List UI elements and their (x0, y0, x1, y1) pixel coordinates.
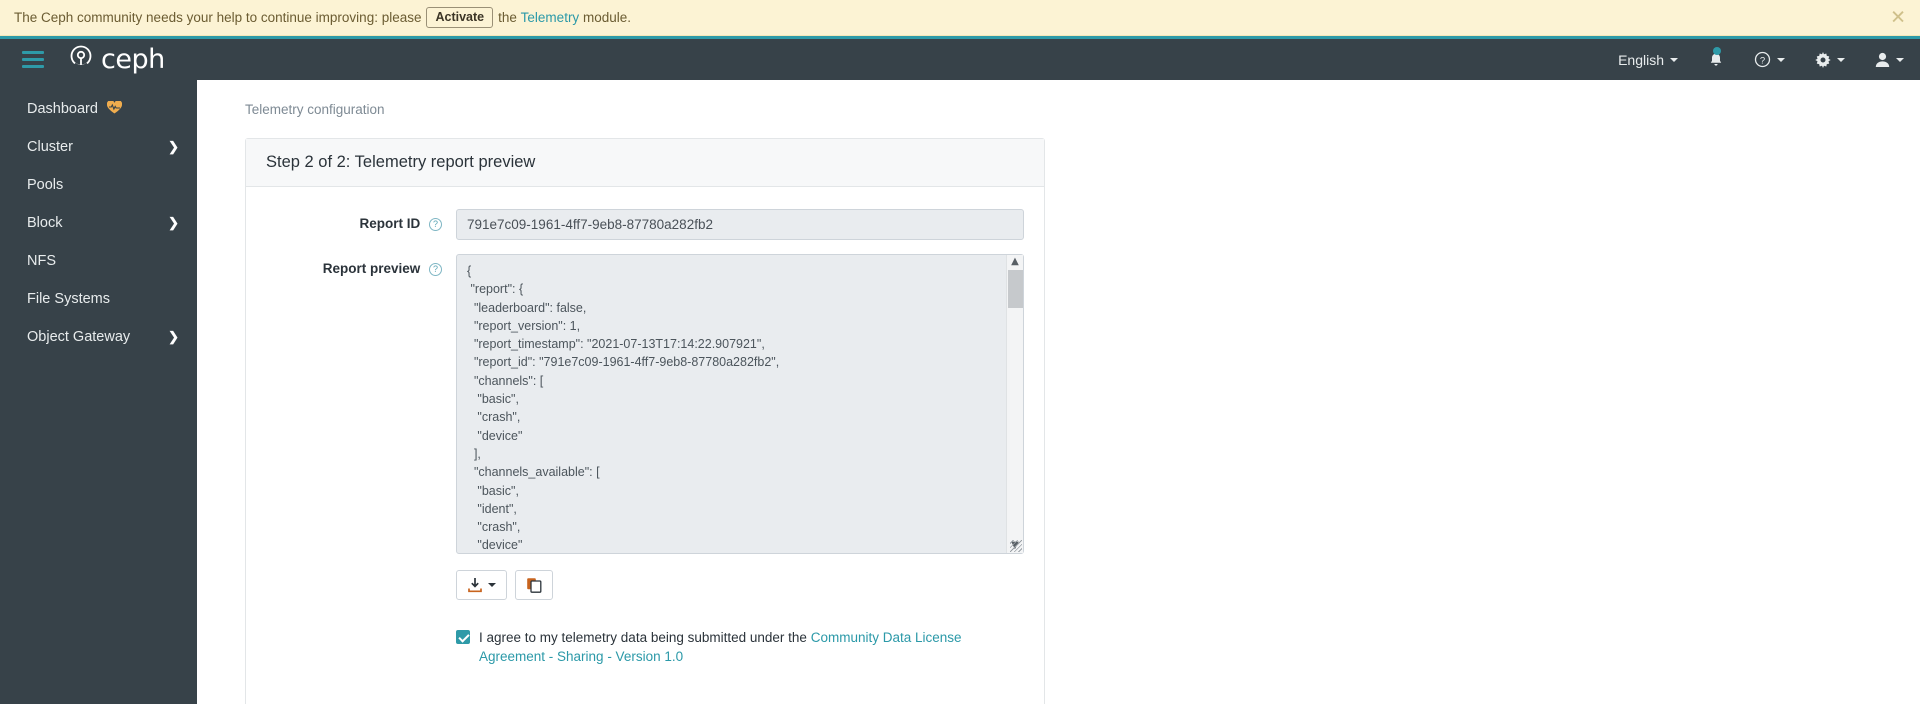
notification-badge (1713, 47, 1721, 55)
card-title: Step 2 of 2: Telemetry report preview (246, 139, 1044, 187)
sidebar-item-label: Pools (27, 177, 64, 193)
report-id-input[interactable] (456, 209, 1024, 240)
help-circle-icon[interactable]: ? (429, 218, 442, 231)
report-preview-label: Report preview ? (266, 254, 456, 684)
chevron-down-icon (1837, 57, 1845, 62)
help-circle-icon: ? (1754, 51, 1771, 68)
sidebar-item-pools[interactable]: Pools (0, 166, 197, 204)
sidebar-item-label: NFS (27, 253, 56, 269)
alert-text-middle: the (498, 10, 517, 25)
telemetry-link[interactable]: Telemetry (521, 10, 580, 25)
close-icon[interactable]: ✕ (1890, 8, 1906, 27)
report-preview-wrapper: { "report": { "leaderboard": false, "rep… (456, 254, 1024, 554)
agreement-row: I agree to my telemetry data being submi… (456, 628, 1016, 666)
brand-name: ceph (101, 44, 165, 75)
sidebar-item-nfs[interactable]: NFS (0, 242, 197, 280)
ceph-brand[interactable]: ceph (68, 44, 165, 75)
sidebar-item-label: Dashboard (27, 101, 98, 117)
language-label: English (1618, 51, 1664, 68)
copy-to-clipboard-button[interactable] (515, 570, 553, 600)
report-preview-row: Report preview ? { "report": { "leaderbo… (266, 254, 1024, 684)
preview-action-buttons (456, 570, 1024, 600)
report-preview-textarea[interactable]: { "report": { "leaderboard": false, "rep… (456, 254, 1024, 554)
sidebar-nav: Dashboard Cluster ❯ Pools Block ❯ NFS Fi… (0, 80, 197, 704)
telemetry-alert-banner: The Ceph community needs your help to co… (0, 0, 1920, 36)
sidebar-item-label: Object Gateway (27, 329, 131, 345)
download-icon (468, 578, 482, 593)
agreement-checkbox[interactable] (456, 630, 470, 644)
sidebar-item-dashboard[interactable]: Dashboard (0, 90, 197, 128)
hamburger-menu-icon[interactable] (22, 47, 44, 72)
activate-button[interactable]: Activate (426, 7, 494, 28)
report-id-label: Report ID ? (266, 209, 456, 240)
alert-text-before: The Ceph community needs your help to co… (14, 10, 422, 25)
main-content: Telemetry configuration Step 2 of 2: Tel… (197, 80, 1920, 704)
sidebar-item-cluster[interactable]: Cluster ❯ (0, 128, 197, 166)
chevron-down-icon (488, 583, 496, 587)
page-body: Dashboard Cluster ❯ Pools Block ❯ NFS Fi… (0, 80, 1920, 704)
textarea-resize-handle[interactable] (1010, 540, 1022, 552)
chevron-down-icon (1896, 57, 1904, 62)
breadcrumb: Telemetry configuration (245, 102, 385, 117)
report-id-row: Report ID ? (266, 209, 1024, 240)
scrollbar-thumb[interactable] (1007, 270, 1023, 308)
sidebar-item-object-gateway[interactable]: Object Gateway ❯ (0, 318, 197, 356)
heartbeat-icon (106, 100, 123, 117)
user-icon (1875, 52, 1890, 67)
alert-text-after: module. (582, 10, 631, 25)
download-button[interactable] (456, 570, 507, 600)
help-circle-icon[interactable]: ? (429, 263, 442, 276)
sidebar-item-label: Block (27, 215, 63, 231)
chevron-right-icon: ❯ (168, 329, 179, 344)
sidebar-item-label: File Systems (27, 291, 110, 307)
telemetry-report-card: Step 2 of 2: Telemetry report preview Re… (245, 138, 1045, 704)
chevron-right-icon: ❯ (168, 215, 179, 230)
scroll-up-icon[interactable]: ▲ (1011, 255, 1019, 269)
chevron-down-icon (1670, 57, 1678, 62)
help-button[interactable]: ? (1754, 51, 1785, 68)
chevron-down-icon (1777, 57, 1785, 62)
agreement-text-wrapper: I agree to my telemetry data being submi… (479, 628, 1016, 666)
svg-text:?: ? (1760, 55, 1765, 66)
user-menu-button[interactable] (1875, 52, 1904, 68)
navbar-right-actions: English ? (1618, 47, 1904, 68)
sidebar-item-file-systems[interactable]: File Systems (0, 280, 197, 318)
language-selector[interactable]: English (1618, 52, 1678, 68)
agreement-text: I agree to my telemetry data being submi… (479, 630, 807, 645)
textarea-scrollbar[interactable]: ▲ ▼ (1006, 255, 1023, 553)
settings-button[interactable] (1815, 51, 1845, 68)
notifications-button[interactable] (1708, 47, 1724, 68)
sidebar-item-label: Cluster (27, 139, 73, 155)
sidebar-item-block[interactable]: Block ❯ (0, 204, 197, 242)
ceph-logo-icon (68, 44, 94, 75)
top-navbar: ceph English ? (0, 36, 1920, 80)
gear-icon (1815, 51, 1831, 68)
card-body: Report ID ? Report preview ? { (246, 187, 1044, 704)
chevron-right-icon: ❯ (168, 139, 179, 154)
copy-to-clipboard-icon (527, 578, 542, 593)
